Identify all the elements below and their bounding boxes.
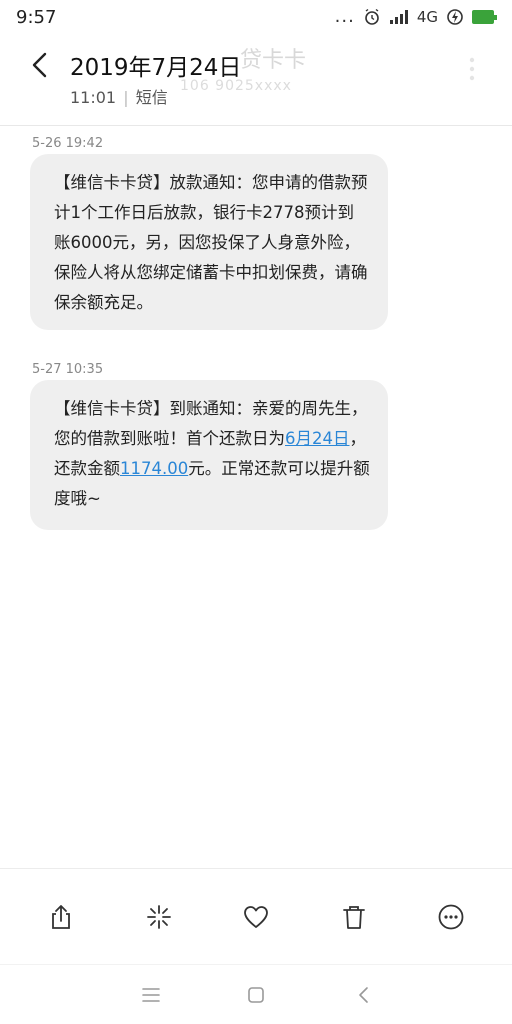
more-vertical-icon[interactable] [468,56,476,82]
ghost-sender-name: 贷卡卡 [240,48,307,73]
favorite-button[interactable] [242,903,270,931]
header-separator: | [123,88,129,107]
page-title: 2019年7月24日 [70,55,242,81]
signal-icon [389,10,408,24]
status-time: 9:57 [16,6,57,28]
header-time: 11:01 [70,88,117,107]
select-text-button[interactable] [145,903,173,931]
notification-dots: ... [334,6,355,27]
status-icons: ... 4G [334,6,497,27]
menu-icon[interactable] [139,983,163,1007]
message-bubble[interactable]: 【维信卡卡贷】到账通知：亲爱的周先生，您的借款到账啦！首个还款日为6月24日，还… [30,380,388,530]
back-nav-icon[interactable] [352,983,376,1007]
home-icon[interactable] [244,983,268,1007]
delete-button[interactable] [340,903,368,931]
header-subtitle: 11:01 | 短信 [70,84,168,108]
share-button[interactable] [47,903,75,931]
conversation-header: 贷卡卡 106 9025xxxx 2019年7月24日 11:01 | 短信 [0,34,512,126]
status-bar: 9:57 ... 4G [0,0,512,34]
alarm-icon [365,8,379,25]
system-nav-bar [0,964,512,1024]
amount-link[interactable]: 1174.00 [120,459,188,478]
network-type: 4G [416,8,438,26]
message-type: 短信 [135,88,168,107]
message-text: 【维信卡卡贷】放款通知：您申请的借款预计1个工作日后放款，银行卡2778预计到账… [54,173,368,312]
sparkle-icon [146,904,171,929]
share-icon [52,904,70,929]
more-options-button[interactable] [437,903,465,931]
date-link[interactable]: 6月24日 [285,429,350,448]
message-bubble[interactable]: 【维信卡卡贷】放款通知：您申请的借款预计1个工作日后放款，银行卡2778预计到账… [30,154,388,330]
battery-icon [472,10,497,24]
message-timestamp: 5-27 10:35 [32,362,104,377]
action-toolbar [0,868,512,964]
heart-icon [244,905,268,928]
message-timestamp: 5-26 19:42 [32,136,104,151]
more-circle-icon [438,904,464,929]
trash-icon [342,905,365,929]
charging-icon [447,9,463,25]
back-arrow-icon[interactable] [26,50,56,80]
